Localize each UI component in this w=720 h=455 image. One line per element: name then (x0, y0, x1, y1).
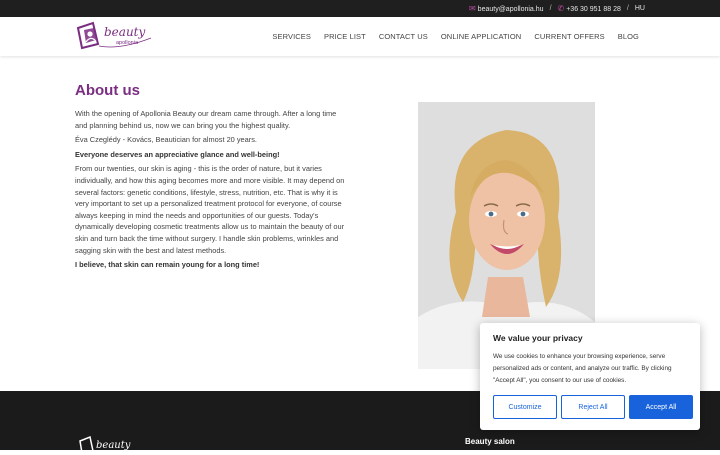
logo-sub-text: apollonia (116, 40, 139, 46)
nav-services[interactable]: SERVICES (272, 32, 311, 41)
cookie-title: We value your privacy (493, 333, 583, 343)
email-link[interactable]: ✉ beauty@apollonia.hu (469, 4, 544, 13)
separator: / (626, 5, 629, 12)
about-paragraph: From our twenties, our skin is aging - t… (75, 164, 345, 255)
nav-online-application[interactable]: ONLINE APPLICATION (441, 32, 521, 41)
top-contact-bar: ✉ beauty@apollonia.hu / ✆ +36 30 951 88 28… (0, 0, 720, 17)
cookie-text: We use cookies to enhance your browsing … (493, 353, 672, 384)
footer-logo-text: beauty (96, 440, 131, 451)
about-closing: I believe, that skin can remain young fo… (75, 260, 260, 270)
about-paragraph: With the opening of Apollonia Beauty our… (75, 109, 337, 130)
nav-contact-us[interactable]: CONTACT US (379, 32, 428, 41)
reject-all-button[interactable]: Reject All (561, 395, 625, 419)
about-highlight: Everyone deserves an appreciative glance… (75, 149, 280, 159)
email-text: beauty@apollonia.hu (477, 6, 544, 13)
cookie-consent-banner: We value your privacy We use cookies to … (480, 323, 700, 430)
envelope-icon: ✉ (468, 4, 476, 13)
separator: / (549, 5, 552, 12)
site-header: beauty apollonia SERVICES PRICE LIST CON… (0, 17, 720, 56)
about-author: Éva Czeglédy - Kovács, Beautician for al… (75, 135, 257, 145)
accept-all-button[interactable]: Accept All (629, 395, 693, 419)
main-navigation: SERVICES PRICE LIST CONTACT US ONLINE AP… (272, 17, 639, 56)
about-text: With the opening of Apollonia Beauty our… (75, 108, 350, 274)
logo-graphic: beauty apollonia (76, 21, 152, 50)
brand-logo[interactable]: beauty apollonia (75, 20, 153, 52)
page-title: About us (75, 82, 140, 99)
language-switch[interactable]: HU (635, 5, 645, 12)
phone-icon: ✆ (557, 4, 565, 13)
cookie-actions: Customize Reject All Accept All (493, 395, 693, 419)
customize-button[interactable]: Customize (493, 395, 557, 419)
nav-price-list[interactable]: PRICE LIST (324, 32, 366, 41)
nav-current-offers[interactable]: CURRENT OFFERS (534, 32, 604, 41)
logo-script-text: beauty (104, 25, 145, 39)
footer-column-title: Beauty salon (465, 437, 515, 446)
footer-logo[interactable]: beauty (78, 435, 148, 455)
phone-link[interactable]: ✆ +36 30 951 88 28 (558, 4, 621, 13)
nav-blog[interactable]: BLOG (618, 32, 639, 41)
phone-text: +36 30 951 88 28 (566, 6, 621, 13)
